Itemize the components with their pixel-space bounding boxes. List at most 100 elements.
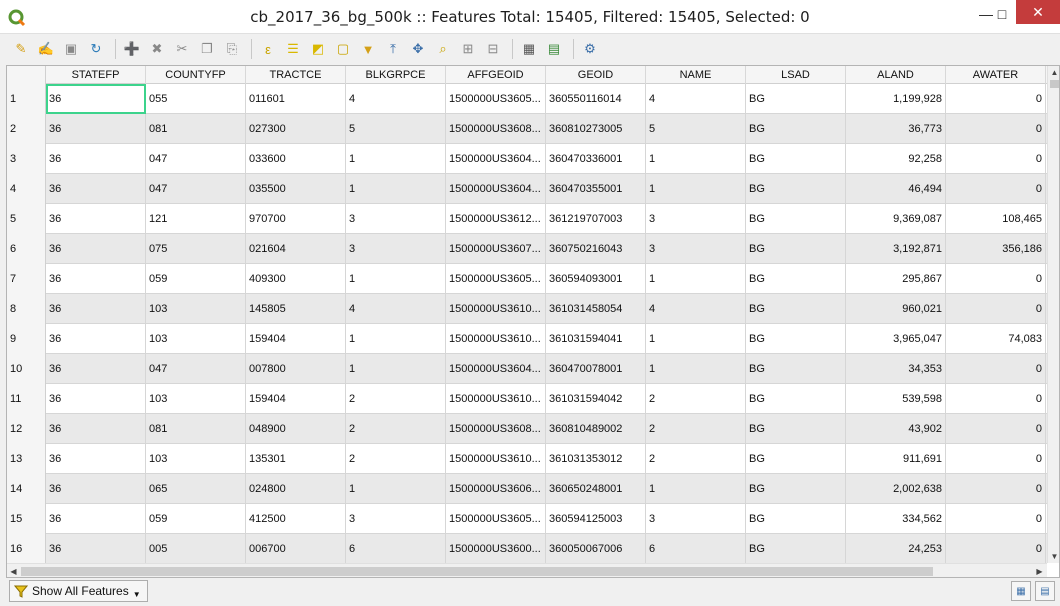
table-cell[interactable]: 361031594041 [546,324,646,354]
table-cell[interactable]: 027300 [246,114,346,144]
table-view-icon[interactable]: ▤ [1035,581,1055,601]
table-cell[interactable]: BG [746,354,846,384]
table-cell[interactable]: 360594093001 [546,264,646,294]
table-cell[interactable]: 0 [946,534,1046,564]
table-cell[interactable]: BG [746,504,846,534]
table-cell[interactable]: 033600 [246,144,346,174]
table-cell[interactable]: 74,083 [946,324,1046,354]
table-cell[interactable]: 36 [46,474,146,504]
table-cell[interactable]: 1 [346,174,446,204]
delete-field-icon[interactable]: ⊟ [482,38,504,60]
table-cell[interactable]: 360650248001 [546,474,646,504]
table-cell[interactable]: 334,562 [846,504,946,534]
table-cell[interactable]: 36 [46,84,146,114]
table-cell[interactable]: 047 [146,144,246,174]
horizontal-scroll-thumb[interactable] [21,567,933,576]
table-cell[interactable]: 36 [46,384,146,414]
row-number[interactable]: 11 [7,384,46,414]
table-row[interactable]: 10 36 047 007800 1 1500000US3604... 3604700780… [7,354,1047,384]
scroll-down-icon[interactable]: ▼ [1048,550,1059,563]
table-cell[interactable]: 1 [646,264,746,294]
column-header-aland[interactable]: ALAND [846,66,946,84]
column-header-awater[interactable]: AWATER [946,66,1046,84]
table-cell[interactable]: 361031353012 [546,444,646,474]
pan-to-selected-icon[interactable]: ✥ [407,38,429,60]
table-cell[interactable]: 970700 [246,204,346,234]
table-cell[interactable]: 360470336001 [546,144,646,174]
table-cell[interactable]: 011601 [246,84,346,114]
table-cell[interactable]: 135301 [246,444,346,474]
table-row[interactable]: 12 36 081 048900 2 1500000US3608... 3608104890… [7,414,1047,444]
row-number[interactable]: 16 [7,534,46,564]
table-row[interactable]: 8 36 103 145805 4 1500000US3610... 36103145805… [7,294,1047,324]
table-cell[interactable]: 36 [46,294,146,324]
table-cell[interactable]: BG [746,234,846,264]
table-cell[interactable]: 103 [146,324,246,354]
table-cell[interactable]: 1500000US3608... [446,414,546,444]
table-cell[interactable]: 4 [346,294,446,324]
save-icon[interactable]: ▣ [60,38,82,60]
table-row[interactable]: 16 36 005 006700 6 1500000US3600... 3600500670… [7,534,1047,564]
add-feature-icon[interactable]: ➕ [121,38,143,60]
table-cell[interactable]: 36 [46,504,146,534]
table-cell[interactable]: 36 [46,354,146,384]
pencil-icon[interactable]: ✎ [10,38,32,60]
table-cell[interactable]: 36 [46,234,146,264]
scroll-left-icon[interactable]: ◀ [7,565,20,577]
table-cell[interactable]: 3 [346,504,446,534]
table-cell[interactable]: 360810273005 [546,114,646,144]
table-cell[interactable]: 5 [346,114,446,144]
table-cell[interactable]: 1500000US3607... [446,234,546,264]
row-number[interactable]: 2 [7,114,46,144]
invert-selection-icon[interactable]: ◩ [307,38,329,60]
table-cell[interactable]: 108,465 [946,204,1046,234]
table-cell[interactable]: 048900 [246,414,346,444]
cut-icon[interactable]: ✂ [171,38,193,60]
table-cell[interactable]: 2 [346,414,446,444]
table-cell[interactable]: 159404 [246,384,346,414]
table-cell[interactable]: 911,691 [846,444,946,474]
table-cell[interactable]: 145805 [246,294,346,324]
table-cell[interactable]: 024800 [246,474,346,504]
move-to-top-icon[interactable]: ⤒ [382,38,404,60]
table-cell[interactable]: 0 [946,504,1046,534]
table-cell[interactable]: 24,253 [846,534,946,564]
expression-select-icon[interactable]: ε [257,38,279,60]
table-cell[interactable]: 1500000US3605... [446,84,546,114]
column-header-tractce[interactable]: TRACTCE [246,66,346,84]
table-cell[interactable]: 081 [146,414,246,444]
table-cell[interactable]: 1500000US3605... [446,504,546,534]
table-cell[interactable]: 1 [646,174,746,204]
table-cell[interactable]: 0 [946,444,1046,474]
table-cell[interactable]: 059 [146,504,246,534]
table-cell[interactable]: 3 [346,204,446,234]
table-cell[interactable]: 0 [946,384,1046,414]
delete-icon[interactable]: ✖ [146,38,168,60]
table-row[interactable]: 11 36 103 159404 2 1500000US3610... 3610315940… [7,384,1047,414]
table-cell[interactable]: 2 [346,444,446,474]
table-cell[interactable]: 1500000US3604... [446,354,546,384]
table-row[interactable]: 6 36 075 021604 3 1500000US3607... 36075021604… [7,234,1047,264]
table-cell[interactable]: 4 [346,84,446,114]
table-cell[interactable]: 1500000US3610... [446,384,546,414]
row-number[interactable]: 8 [7,294,46,324]
table-cell[interactable]: 409300 [246,264,346,294]
table-cell[interactable]: 0 [946,294,1046,324]
table-cell[interactable]: 0 [946,474,1046,504]
table-cell[interactable]: 047 [146,354,246,384]
table-cell[interactable]: 1500000US3605... [446,264,546,294]
table-cell[interactable]: 103 [146,294,246,324]
row-number[interactable]: 6 [7,234,46,264]
table-cell[interactable]: 295,867 [846,264,946,294]
row-number[interactable]: 13 [7,444,46,474]
table-cell[interactable]: 356,186 [946,234,1046,264]
table-row[interactable]: 3 36 047 033600 1 1500000US3604... 36047033600… [7,144,1047,174]
row-number[interactable]: 12 [7,414,46,444]
table-cell[interactable]: 007800 [246,354,346,384]
row-number[interactable]: 7 [7,264,46,294]
table-cell[interactable]: 3,192,871 [846,234,946,264]
table-cell[interactable]: BG [746,84,846,114]
column-header-countyfp[interactable]: COUNTYFP [146,66,246,84]
table-cell[interactable]: 4 [646,84,746,114]
paste-icon[interactable]: ⎘ [221,38,243,60]
